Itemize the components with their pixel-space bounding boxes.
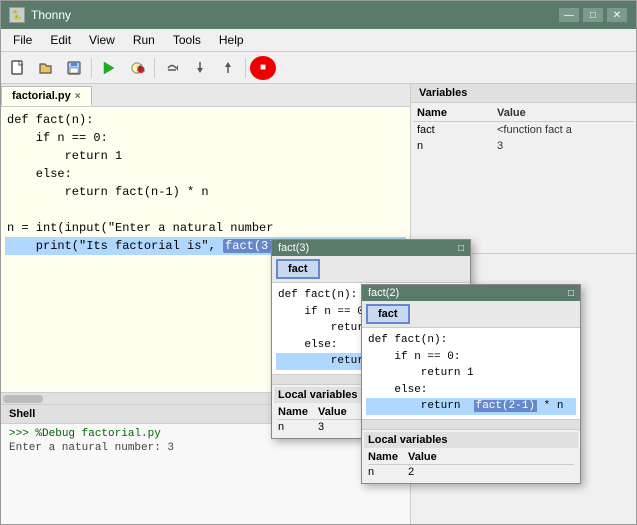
title-bar: 🐍 Thonny — □ ✕ bbox=[1, 1, 636, 29]
menu-help[interactable]: Help bbox=[211, 31, 252, 49]
variables-panel: Variables Name Value fact <function fact… bbox=[411, 84, 636, 254]
svg-text:🐞: 🐞 bbox=[135, 63, 145, 74]
debug-code2-line-3: return 1 bbox=[366, 365, 576, 382]
dl-col-value-fact2: Value bbox=[408, 451, 574, 463]
menu-tools[interactable]: Tools bbox=[165, 31, 209, 49]
code-line-5: return fact(n-1) * n bbox=[5, 183, 406, 201]
code-line-3: return 1 bbox=[5, 147, 406, 165]
debug-code2-line-2: if n == 0: bbox=[366, 349, 576, 366]
code-line-7: n = int(input("Enter a natural number bbox=[5, 219, 406, 237]
app-icon: 🐍 bbox=[9, 7, 25, 23]
step-out-button[interactable] bbox=[215, 56, 241, 80]
debug-code2-line-1: def fact(n): bbox=[366, 332, 576, 349]
toolbar-separator-2 bbox=[154, 58, 155, 78]
shell-content[interactable]: >>> %Debug factorial.py Enter a natural … bbox=[1, 424, 410, 524]
var-row-n: n 3 bbox=[413, 138, 634, 154]
window-controls: — □ ✕ bbox=[558, 7, 628, 23]
var-name-fact: fact bbox=[417, 124, 497, 136]
dl-n-value-fact2: 2 bbox=[408, 466, 574, 478]
window-title: Thonny bbox=[31, 8, 71, 22]
var-value-fact: <function fact a bbox=[497, 124, 630, 136]
maximize-button[interactable]: □ bbox=[582, 7, 604, 23]
debug-window-title-fact3: fact(3) bbox=[278, 242, 309, 254]
debug-locals-table-fact2: Name Value n 2 bbox=[364, 448, 578, 481]
debug-window-title-fact2: fact(2) bbox=[368, 287, 399, 299]
shell-output: Enter a natural number: 3 bbox=[9, 442, 402, 454]
editor-tab-factorial[interactable]: factorial.py × bbox=[1, 86, 92, 106]
menu-bar: File Edit View Run Tools Help bbox=[1, 29, 636, 52]
minimize-button[interactable]: — bbox=[558, 7, 580, 23]
menu-run[interactable]: Run bbox=[125, 31, 163, 49]
debug-button[interactable]: 🐞 bbox=[124, 56, 150, 80]
var-value-n: 3 bbox=[497, 140, 630, 152]
stop-button[interactable]: ■ bbox=[250, 56, 276, 80]
debug-close-fact2[interactable]: □ bbox=[568, 288, 574, 299]
dl-n-name-fact2: n bbox=[368, 466, 408, 478]
debug-btn-row-fact3: fact bbox=[272, 256, 470, 283]
debug-func-btn-fact3[interactable]: fact bbox=[276, 259, 320, 279]
highlighted-expression: fact(3) bbox=[223, 239, 277, 253]
debug-title-bar-fact3: fact(3) □ bbox=[272, 240, 470, 256]
tab-label: factorial.py bbox=[12, 90, 71, 102]
debug-local-n-fact2: n 2 bbox=[368, 465, 574, 479]
var-col-value: Value bbox=[497, 107, 630, 119]
toolbar: 🐞 ■ bbox=[1, 52, 636, 84]
editor-tab-bar: factorial.py × bbox=[1, 84, 410, 107]
step-into-button[interactable] bbox=[187, 56, 213, 80]
shell-prompt: >>> bbox=[9, 428, 29, 440]
step-over-button[interactable] bbox=[159, 56, 185, 80]
debug-locals-title-fact2: Local variables bbox=[364, 432, 578, 448]
close-button[interactable]: ✕ bbox=[606, 7, 628, 23]
debug-code2-line-5: return fact(2-1) * n bbox=[366, 398, 576, 415]
code-line-2: if n == 0: bbox=[5, 129, 406, 147]
dl-n-name-fact3: n bbox=[278, 421, 318, 433]
debug-func-btn-fact2[interactable]: fact bbox=[366, 304, 410, 324]
run-button[interactable] bbox=[96, 56, 122, 80]
save-file-button[interactable] bbox=[61, 56, 87, 80]
debug-close-fact3[interactable]: □ bbox=[458, 243, 464, 254]
debug-btn-row-fact2: fact bbox=[362, 301, 580, 328]
title-bar-left: 🐍 Thonny bbox=[9, 7, 71, 23]
debug-scrollbar-fact2[interactable] bbox=[362, 419, 580, 429]
var-name-n: n bbox=[417, 140, 497, 152]
code-line-4: else: bbox=[5, 165, 406, 183]
tab-close-icon[interactable]: × bbox=[75, 91, 81, 102]
debug-code-fact2: def fact(n): if n == 0: return 1 else: r… bbox=[362, 328, 580, 419]
dl-col-name-fact3: Name bbox=[278, 406, 318, 418]
var-col-name: Name bbox=[417, 107, 497, 119]
variables-panel-header: Variables bbox=[411, 84, 636, 103]
variables-table: Name Value fact <function fact a n 3 bbox=[411, 103, 636, 156]
menu-file[interactable]: File bbox=[5, 31, 40, 49]
main-window: 🐍 Thonny — □ ✕ File Edit View Run Tools … bbox=[0, 0, 637, 525]
debug-locals-header-row-fact2: Name Value bbox=[368, 450, 574, 465]
toolbar-separator-3 bbox=[245, 58, 246, 78]
dl-col-name-fact2: Name bbox=[368, 451, 408, 463]
toolbar-separator-1 bbox=[91, 58, 92, 78]
debug-inline-expr: fact(2-1) bbox=[474, 400, 537, 412]
debug-locals-fact2: Local variables Name Value n 2 bbox=[362, 429, 580, 483]
variables-header-row: Name Value bbox=[413, 105, 634, 122]
debug-window-fact2[interactable]: fact(2) □ fact def fact(n): if n == 0: r… bbox=[361, 284, 581, 484]
main-area: factorial.py × def fact(n): if n == 0: r… bbox=[1, 84, 636, 524]
menu-view[interactable]: View bbox=[81, 31, 123, 49]
code-line-1: def fact(n): bbox=[5, 111, 406, 129]
code-line-6 bbox=[5, 201, 406, 219]
menu-edit[interactable]: Edit bbox=[42, 31, 79, 49]
var-row-fact: fact <function fact a bbox=[413, 122, 634, 138]
new-file-button[interactable] bbox=[5, 56, 31, 80]
scrollbar-thumb[interactable] bbox=[3, 395, 43, 403]
open-file-button[interactable] bbox=[33, 56, 59, 80]
debug-title-bar-fact2: fact(2) □ bbox=[362, 285, 580, 301]
shell-command: %Debug factorial.py bbox=[35, 428, 160, 440]
debug-code2-line-4: else: bbox=[366, 382, 576, 399]
